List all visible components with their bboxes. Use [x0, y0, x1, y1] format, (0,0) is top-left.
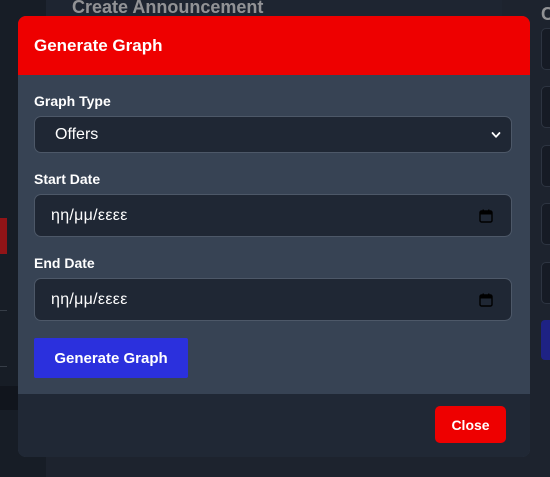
modal-footer: Close — [18, 394, 530, 457]
generate-graph-modal: Generate Graph Graph Type Offers Start D… — [18, 16, 530, 457]
close-button[interactable]: Close — [435, 406, 506, 443]
graph-type-selected-value: Offers — [55, 125, 99, 143]
end-date-input[interactable]: ηη/μμ/εεεε — [34, 278, 512, 321]
start-date-label: Start Date — [34, 171, 101, 187]
modal-body: Graph Type Offers Start Date ηη/μμ/εεεε … — [18, 75, 530, 394]
graph-type-select[interactable]: Offers — [34, 116, 512, 153]
start-date-input[interactable]: ηη/μμ/εεεε — [34, 194, 512, 237]
modal-header: Generate Graph — [18, 16, 530, 75]
end-date-placeholder: ηη/μμ/εεεε — [51, 290, 128, 308]
calendar-icon[interactable] — [479, 209, 493, 223]
calendar-icon[interactable] — [479, 293, 493, 307]
generate-graph-button[interactable]: Generate Graph — [34, 338, 188, 378]
chevron-down-icon — [491, 131, 501, 138]
graph-type-label: Graph Type — [34, 93, 111, 109]
start-date-placeholder: ηη/μμ/εεεε — [51, 206, 128, 224]
modal-title: Generate Graph — [34, 35, 163, 55]
end-date-label: End Date — [34, 255, 95, 271]
